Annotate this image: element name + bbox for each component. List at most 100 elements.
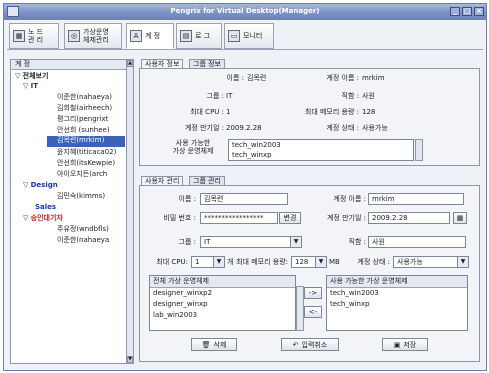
- group-select-value: IT: [204, 238, 211, 246]
- expire-input[interactable]: 2009.2.28: [368, 212, 450, 224]
- list-item[interactable]: tech_win2003: [327, 288, 467, 299]
- tab-node-management[interactable]: ▦ 노 드 관 리: [9, 23, 59, 49]
- maximize-icon[interactable]: □: [462, 7, 472, 16]
- os-label: 사용 가능한 가상 운영체제: [172, 139, 214, 155]
- undo-icon: ↶: [292, 340, 299, 349]
- available-os-list[interactable]: 사용 가능한 가상 운영체제 tech_win2003 tech_winxp: [326, 275, 468, 331]
- tab-monitor[interactable]: ▭ 모니터: [224, 23, 274, 49]
- expand-arrow-icon[interactable]: ▽: [23, 181, 28, 189]
- delete-button[interactable]: 🗑 삭제: [191, 338, 237, 351]
- position-value: 사원: [362, 92, 375, 100]
- tree-user[interactable]: 윤지혜(titicaca02): [57, 148, 116, 157]
- title-bar: Pengrix for Virtual Desktop(Manager) _ □…: [4, 4, 486, 20]
- status-select[interactable]: 사용가능 ▼: [393, 256, 469, 268]
- tree-user[interactable]: 주유정(wndbfls): [57, 225, 109, 234]
- position-label: 직함 :: [348, 238, 366, 246]
- dropdown-arrow-icon[interactable]: ▼: [457, 257, 468, 267]
- list-item[interactable]: tech_winxp: [327, 299, 467, 310]
- save-icon: ▣: [393, 340, 401, 349]
- calendar-icon[interactable]: ▦: [453, 212, 467, 224]
- memory-value: 128: [362, 108, 376, 116]
- memory-unit: MB: [329, 258, 340, 266]
- monitor-icon: ▭: [228, 30, 240, 42]
- tree-user[interactable]: 이준한(nahaeya: [57, 236, 109, 245]
- scroll-up-icon[interactable]: ▲: [127, 60, 133, 67]
- expand-arrow-icon[interactable]: ▽: [23, 82, 28, 90]
- minimize-icon[interactable]: _: [450, 7, 460, 16]
- tree-group-sales[interactable]: Sales: [35, 203, 56, 212]
- save-label: 저장: [403, 340, 417, 349]
- expand-arrow-icon[interactable]: ▽: [23, 214, 28, 222]
- tree-scrollbar[interactable]: ▲ ▼: [126, 59, 134, 364]
- memory-spinner-value: 128: [295, 258, 309, 266]
- tree-group-design[interactable]: ▽ Design: [23, 181, 58, 190]
- delete-label: 삭제: [213, 340, 227, 349]
- position-input[interactable]: 사원: [368, 236, 466, 248]
- expire-value: 2009.2.28: [226, 124, 262, 132]
- list-item[interactable]: tech_winxp: [229, 150, 413, 160]
- available-os-list[interactable]: tech_win2003 tech_winxp: [228, 139, 414, 161]
- tree-group-pending[interactable]: ▽ 승인대기자: [23, 214, 63, 223]
- cancel-label: 입력취소: [301, 340, 328, 349]
- cpu-unit: 개: [227, 258, 234, 266]
- node-icon: ▦: [13, 30, 25, 42]
- list-item[interactable]: tech_win2003: [229, 140, 413, 150]
- name-value: 김목련: [247, 74, 267, 82]
- tree-group-it[interactable]: ▽ IT: [23, 82, 38, 91]
- toolbar-divider: [7, 49, 483, 50]
- tree-user[interactable]: 이준한(nahaeya): [57, 93, 112, 102]
- all-os-list[interactable]: 전체 가상 운영체제 designer_winxp2 designer_winx…: [149, 275, 296, 331]
- all-os-scrollbar[interactable]: [296, 286, 304, 331]
- close-icon[interactable]: ×: [474, 7, 484, 16]
- tab-log[interactable]: ▤ 로 그: [176, 23, 222, 49]
- position-label: 직함 :: [341, 92, 359, 100]
- account-value: mrkim: [362, 74, 385, 82]
- account-label: 계정 이름 :: [326, 74, 359, 82]
- spinner-arrow-icon[interactable]: ▼: [315, 257, 326, 267]
- password-input[interactable]: *****************: [200, 212, 278, 224]
- account-input[interactable]: mrkim: [368, 193, 464, 205]
- tab-vm-management[interactable]: ◎ 가상운영 체제관리: [64, 23, 122, 49]
- change-password-button[interactable]: 변경: [279, 212, 301, 224]
- tree-user[interactable]: 안선희(itsKewpie): [57, 159, 115, 168]
- tree-user-selected[interactable]: 김목련(mrkim): [47, 136, 125, 147]
- cpu-spinner[interactable]: 1 ▼: [191, 256, 225, 268]
- window-title: Pengrix for Virtual Desktop(Manager): [170, 7, 320, 15]
- tree-user[interactable]: 평그리(pengrixt: [57, 115, 108, 124]
- available-os-header: 사용 가능한 가상 운영체제: [327, 276, 467, 288]
- name-input[interactable]: 김목련: [200, 193, 288, 205]
- list-item[interactable]: designer_winxp2: [150, 288, 295, 299]
- trash-icon: 🗑: [201, 340, 211, 349]
- remove-os-button[interactable]: <-: [304, 306, 322, 318]
- add-os-button[interactable]: ->: [304, 287, 322, 299]
- tree-user[interactable]: 아이오지든(arch: [57, 170, 107, 179]
- memory-label: 최대 메모리 용량 :: [304, 108, 359, 116]
- dropdown-arrow-icon[interactable]: ▼: [290, 237, 301, 247]
- group-select[interactable]: IT ▼: [200, 236, 302, 248]
- expand-arrow-icon[interactable]: ▽: [15, 72, 20, 80]
- cpu-value: 1: [226, 108, 231, 116]
- log-icon: ▤: [180, 30, 192, 42]
- password-label: 비밀 번호 :: [163, 214, 196, 222]
- cancel-input-button[interactable]: ↶ 입력취소: [281, 338, 339, 351]
- os-list-scrollbar[interactable]: [415, 139, 423, 161]
- spinner-arrow-icon[interactable]: ▼: [213, 257, 224, 267]
- name-label: 이름 :: [178, 195, 196, 203]
- status-label: 계정 상태 :: [357, 258, 390, 266]
- save-button[interactable]: ▣ 저장: [382, 338, 428, 351]
- tab-account[interactable]: A계 정: [126, 23, 174, 49]
- expire-label: 계정 만기일 :: [184, 124, 224, 132]
- account-tree: 계 정 ▽ 전체보기 ▽ IT 이준한(nahaeya) 김희철(airheec…: [10, 59, 127, 364]
- tree-user[interactable]: 안선희 (sunhee): [57, 126, 110, 135]
- tree-root[interactable]: ▽ 전체보기: [15, 72, 48, 81]
- tree-user[interactable]: 김민숙(kimms): [57, 192, 105, 201]
- status-label: 계정 상태 :: [326, 124, 359, 132]
- scroll-down-icon[interactable]: ▼: [127, 356, 133, 363]
- tree-user[interactable]: 김희철(airheech): [57, 104, 112, 113]
- tree-header: 계 정: [11, 60, 126, 70]
- cpu-label: 최대 CPU :: [190, 108, 224, 116]
- list-item[interactable]: designer_winxp: [150, 299, 295, 310]
- memory-spinner[interactable]: 128 ▼: [291, 256, 327, 268]
- list-item[interactable]: lab_win2003: [150, 310, 295, 321]
- group-value: IT: [226, 92, 233, 100]
